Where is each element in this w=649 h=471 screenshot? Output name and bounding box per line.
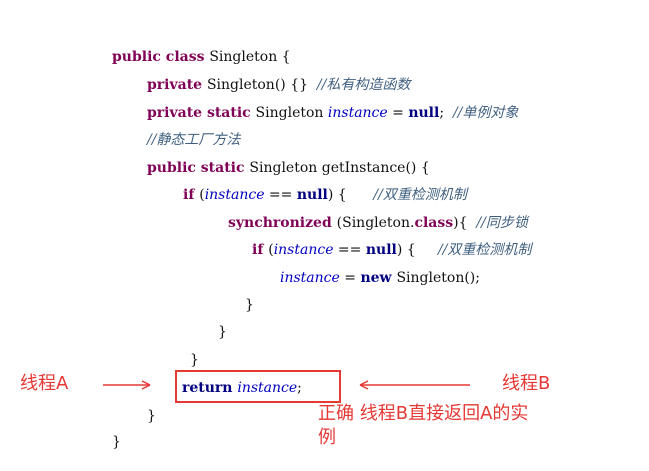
annotation-arrows [103, 380, 470, 390]
